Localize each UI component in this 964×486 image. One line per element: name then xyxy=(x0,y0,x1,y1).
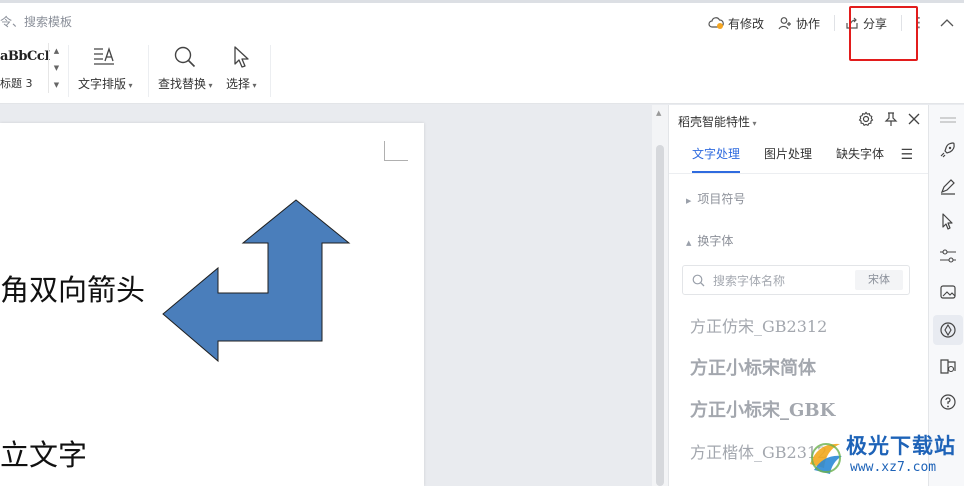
ribbon-toolbar: 令、搜索模板 有修改 协作 分享 ⋮ aBbCcI 标题 3 ▲ ▼ ▼ 文字排… xyxy=(0,3,964,104)
pen-icon[interactable] xyxy=(939,177,957,195)
chevron-up-icon[interactable]: ▲ xyxy=(54,47,59,55)
site-watermark: 极光下载站 www.xz7.com xyxy=(800,430,964,486)
text-layout-label: 文字排版 xyxy=(78,75,133,92)
style-gallery[interactable]: aBbCcI 标题 3 ▲ ▼ ▼ xyxy=(0,43,64,93)
document-page[interactable]: 角双向箭头 立文字 xyxy=(0,123,424,486)
font-item[interactable]: 方正小标宋简体 xyxy=(690,354,816,380)
document-canvas[interactable]: 角双向箭头 立文字 xyxy=(0,105,652,486)
search-icon xyxy=(175,46,196,68)
scroll-up-icon[interactable]: ▲ xyxy=(656,109,661,117)
right-tool-rail xyxy=(928,105,964,486)
pin-icon[interactable] xyxy=(884,111,898,127)
collab-button[interactable]: 协作 xyxy=(778,15,820,32)
cloud-icon xyxy=(708,17,724,29)
ribbon-divider xyxy=(270,45,271,97)
chevron-down-icon[interactable]: ▼ xyxy=(54,64,59,72)
book-icon[interactable] xyxy=(939,357,957,375)
modified-label: 有修改 xyxy=(727,16,764,31)
font-search-input[interactable] xyxy=(713,272,853,290)
top-right-actions: 有修改 协作 分享 ⋮ xyxy=(708,13,964,33)
scrollbar-thumb[interactable] xyxy=(656,145,664,486)
watermark-title: 极光下载站 xyxy=(846,434,956,458)
section-bullets-label: 项目符号 xyxy=(697,192,746,206)
watermark-logo-icon xyxy=(810,443,842,474)
modified-status-button[interactable]: 有修改 xyxy=(708,15,764,32)
current-font-tag[interactable]: 宋体 xyxy=(855,270,903,290)
vertical-scrollbar[interactable]: ▲ xyxy=(652,105,668,486)
find-replace-label: 查找替换 xyxy=(158,75,213,92)
doc-text-line-2[interactable]: 立文字 xyxy=(0,432,87,474)
panel-header-icons xyxy=(858,111,920,127)
command-search-hint[interactable]: 令、搜索模板 xyxy=(0,13,72,30)
style-sample-text: aBbCcI xyxy=(0,49,50,64)
select-label: 选择 xyxy=(226,75,257,92)
collab-label: 协作 xyxy=(795,16,820,31)
rocket-icon[interactable] xyxy=(939,141,957,159)
doc-text-line-1[interactable]: 角双向箭头 xyxy=(0,267,145,309)
watermark-url: www.xz7.com xyxy=(850,460,937,475)
collapse-ribbon-icon[interactable] xyxy=(940,18,954,28)
bent-double-arrow-shape[interactable] xyxy=(160,198,354,364)
section-change-font[interactable]: ▲ 换字体 xyxy=(686,232,733,249)
tab-missing-fonts[interactable]: 缺失字体 xyxy=(836,143,884,173)
ribbon-divider xyxy=(148,45,149,97)
image-icon[interactable] xyxy=(939,283,957,301)
text-layout-button[interactable]: 文字排版 xyxy=(78,45,133,92)
share-highlight-annotation xyxy=(849,6,918,61)
ribbon-divider xyxy=(68,45,69,97)
smart-features-panel: 稻壳智能特性 文字处理 图片处理 缺失字体 ☰ ▶ 项目符号 ▲ 换字体 宋体 方正… xyxy=(668,105,929,486)
tab-divider xyxy=(669,173,929,174)
tab-text-processing[interactable]: 文字处理 xyxy=(692,143,741,173)
font-item[interactable]: 方正小标宋_GBK xyxy=(690,396,835,422)
cursor-arrow-icon xyxy=(234,46,249,68)
cursor-icon[interactable] xyxy=(939,212,957,230)
action-divider xyxy=(833,15,835,31)
sliders-icon[interactable] xyxy=(939,247,957,265)
settings-icon[interactable] xyxy=(858,111,874,127)
collapse-triangle-icon: ▲ xyxy=(686,239,692,247)
collab-icon xyxy=(778,17,791,30)
style-gallery-scroller[interactable]: ▲ ▼ ▼ xyxy=(48,43,64,93)
ai-icon[interactable] xyxy=(939,321,957,339)
search-icon xyxy=(692,274,705,287)
find-replace-button[interactable]: 查找替换 xyxy=(158,45,213,92)
expand-gallery-icon[interactable]: ▼ xyxy=(54,81,59,89)
style-name-label: 标题 3 xyxy=(0,77,33,90)
panel-tabs: 文字处理 图片处理 缺失字体 ☰ xyxy=(669,143,929,173)
expand-triangle-icon: ▶ xyxy=(686,197,692,205)
panel-title[interactable]: 稻壳智能特性 xyxy=(678,113,757,130)
text-layout-icon xyxy=(94,46,115,65)
page-margin-mark xyxy=(384,141,408,161)
help-icon[interactable] xyxy=(939,393,957,411)
font-search-box: 宋体 xyxy=(682,265,910,295)
section-bullets[interactable]: ▶ 项目符号 xyxy=(686,190,745,207)
menu-icon[interactable]: ☰ xyxy=(900,147,913,163)
rail-handle-icon xyxy=(939,111,957,129)
section-change-font-label: 换字体 xyxy=(697,234,734,248)
font-item[interactable]: 方正仿宋_GB2312 xyxy=(690,313,827,337)
tab-image-processing[interactable]: 图片处理 xyxy=(764,143,812,173)
close-icon[interactable] xyxy=(908,113,920,125)
select-button[interactable]: 选择 xyxy=(226,45,257,92)
